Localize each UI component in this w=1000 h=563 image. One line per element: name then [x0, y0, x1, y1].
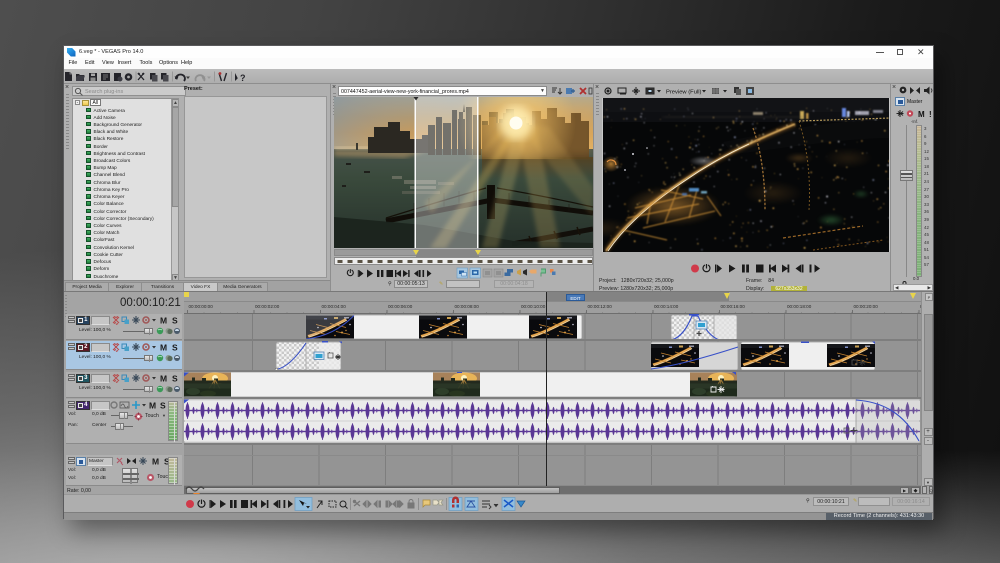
svg-text:M: M [918, 110, 925, 119]
svg-text:S: S [172, 374, 178, 384]
svg-text:?: ? [240, 73, 246, 83]
svg-text:S: S [172, 316, 178, 326]
svg-text:M: M [160, 374, 167, 384]
svg-text:S: S [160, 401, 166, 411]
svg-text:M: M [160, 316, 167, 326]
svg-text:M: M [149, 401, 156, 411]
svg-text:!: ! [929, 110, 932, 119]
svg-text:Preview (Full): Preview (Full) [666, 90, 701, 96]
svg-text:M: M [152, 457, 159, 467]
svg-text:M: M [160, 343, 167, 353]
svg-text:S: S [172, 343, 178, 353]
